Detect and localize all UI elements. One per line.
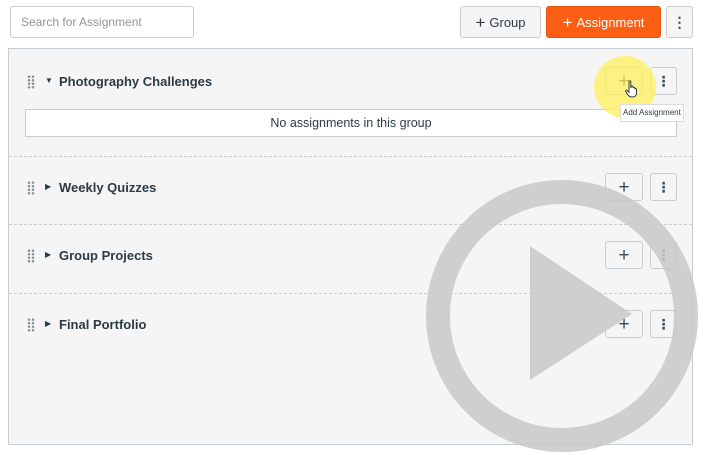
add-assignment-to-group-button[interactable]: +	[605, 310, 643, 338]
kebab-menu-icon: ⋮	[672, 14, 687, 30]
caret-right-icon[interactable]: ▶	[45, 182, 51, 191]
add-group-label: Group	[489, 14, 526, 30]
kebab-menu-icon: ⋮	[656, 179, 671, 195]
assignment-group-weekly-quizzes: ▶ Weekly Quizzes + ⋮	[9, 156, 692, 222]
hand-cursor-icon	[625, 80, 637, 98]
add-assignment-button[interactable]: + Assignment	[546, 6, 661, 38]
add-assignment-tooltip: Add Assignment	[620, 104, 684, 122]
group-title[interactable]: Group Projects	[59, 248, 153, 263]
group-title[interactable]: Photography Challenges	[59, 74, 212, 89]
group-title[interactable]: Final Portfolio	[59, 317, 146, 332]
assignments-page: Search for Assignment + Group + Assignme…	[0, 0, 703, 455]
add-assignment-to-group-button[interactable]: +	[605, 173, 643, 201]
plus-icon: +	[618, 176, 630, 198]
kebab-menu-icon: ⋮	[656, 316, 671, 332]
kebab-menu-icon: ⋮	[656, 73, 671, 89]
add-group-button[interactable]: + Group	[460, 6, 541, 38]
drag-handle-icon[interactable]	[27, 249, 35, 263]
page-options-button[interactable]: ⋮	[666, 6, 693, 38]
assignment-group-photography-challenges: ▼ Photography Challenges + ⋮	[9, 49, 692, 107]
plus-icon: +	[618, 313, 630, 335]
group-options-button[interactable]: ⋮	[650, 241, 677, 269]
assignment-group-group-projects: ▶ Group Projects + ⋮	[9, 224, 692, 290]
caret-down-icon[interactable]: ▼	[45, 76, 53, 85]
plus-icon: +	[618, 244, 630, 266]
group-title[interactable]: Weekly Quizzes	[59, 180, 156, 195]
drag-handle-icon[interactable]	[27, 181, 35, 195]
add-assignment-to-group-button[interactable]: +	[605, 241, 643, 269]
group-options-button[interactable]: ⋮	[650, 310, 677, 338]
assignment-groups-list: ▼ Photography Challenges + ⋮ No assignme…	[8, 48, 693, 445]
drag-handle-icon[interactable]	[27, 75, 35, 89]
assignment-group-final-portfolio: ▶ Final Portfolio + ⋮	[9, 293, 692, 359]
add-assignment-label: Assignment	[576, 14, 645, 30]
drag-handle-icon[interactable]	[27, 318, 35, 332]
plus-icon: +	[475, 12, 486, 32]
caret-right-icon[interactable]: ▶	[45, 250, 51, 259]
search-input[interactable]: Search for Assignment	[10, 6, 194, 38]
group-options-button[interactable]: ⋮	[650, 173, 677, 201]
kebab-menu-icon: ⋮	[656, 247, 671, 263]
plus-icon: +	[562, 12, 573, 32]
caret-right-icon[interactable]: ▶	[45, 319, 51, 328]
empty-group-message: No assignments in this group	[25, 109, 677, 137]
